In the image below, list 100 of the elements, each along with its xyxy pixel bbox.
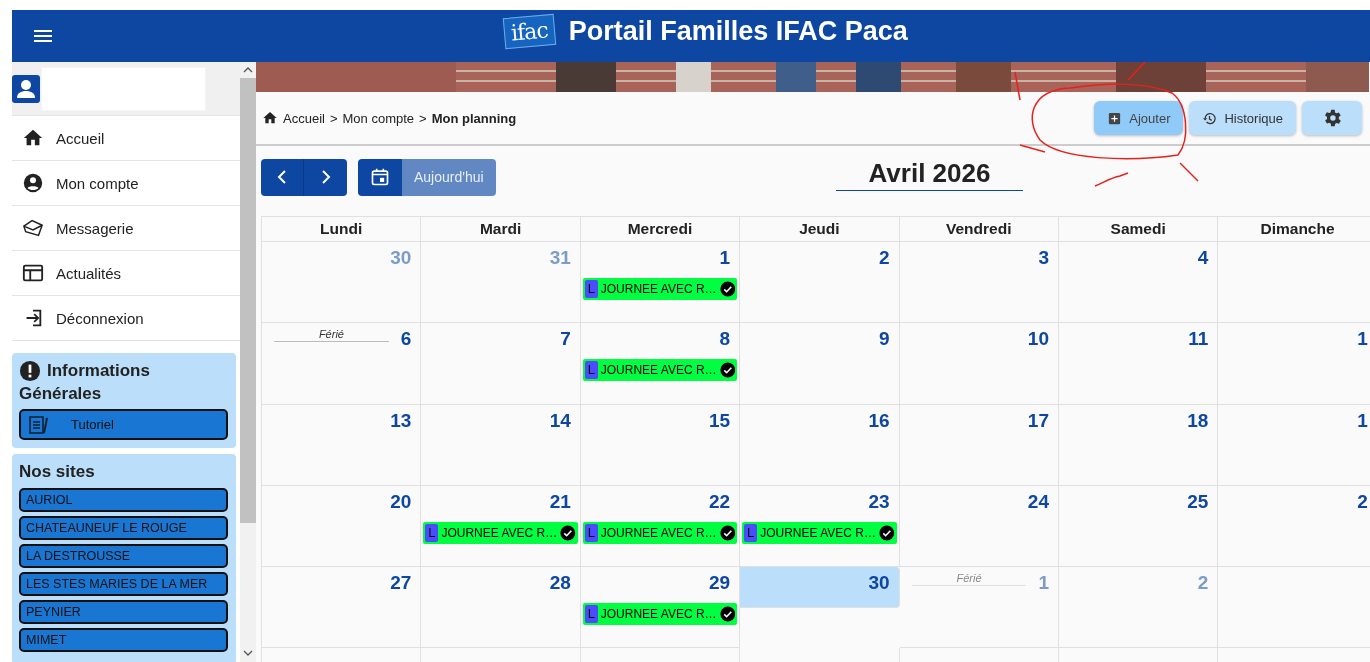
scroll-down-icon[interactable] [243, 650, 253, 656]
event-chip[interactable]: L JOURNEE AVEC R… [423, 521, 578, 544]
site-button[interactable]: MIMET [19, 628, 228, 652]
month-title: Avril 2026 [836, 158, 1023, 191]
day-number: 2 [878, 246, 891, 269]
day-number: 7 [559, 327, 572, 351]
next-button[interactable] [304, 158, 347, 196]
news-icon [22, 262, 44, 284]
nav-item[interactable]: Actualités [12, 251, 240, 296]
day-number: 1 [1037, 571, 1050, 595]
breadcrumb-link[interactable]: Accueil [283, 110, 325, 126]
site-button[interactable]: PEYNIER [19, 600, 228, 624]
day-number: 1 [1356, 408, 1369, 432]
weekday-header: Mercredi [580, 217, 741, 242]
day-cell[interactable]: 7 [421, 323, 581, 405]
day-cell[interactable]: 3 [899, 242, 1059, 324]
holiday-label: Férié [274, 328, 389, 343]
day-number: 29 [708, 571, 732, 595]
day-cell[interactable]: 16 [740, 404, 900, 486]
panel-title: Informations [47, 360, 150, 382]
day-cell[interactable]: 23 L JOURNEE AVEC R… [740, 485, 900, 568]
history-button[interactable]: Historique [1189, 101, 1296, 135]
day-cell[interactable]: Férié 1 [899, 567, 1059, 649]
day-number: 27 [389, 571, 413, 595]
day-number: 18 [1186, 408, 1210, 432]
day-number: 1 [1356, 327, 1369, 351]
account-icon [22, 172, 44, 194]
day-cell[interactable]: Férié 6 [262, 323, 422, 405]
event-title: JOURNEE AVEC R… [600, 282, 717, 296]
day-cell[interactable]: 20 [262, 485, 422, 568]
site-button[interactable]: AURIOL [19, 488, 228, 512]
previous-button[interactable] [261, 158, 304, 196]
day-cell[interactable]: 17 [899, 404, 1059, 486]
day-cell[interactable]: 25 [1058, 485, 1219, 568]
weekday-header: Jeudi [740, 217, 900, 242]
day-cell[interactable]: 29 L JOURNEE AVEC R… [580, 567, 741, 649]
day-number: 17 [1026, 408, 1050, 432]
event-chip[interactable]: L JOURNEE AVEC R… [582, 521, 738, 544]
settings-button[interactable] [1302, 101, 1362, 135]
site-button[interactable]: CHATEAUNEUF LE ROUGE [19, 516, 228, 540]
calendar-icon-tile[interactable] [358, 158, 402, 196]
day-number: 2 [1196, 571, 1210, 595]
event-badge: L [425, 523, 439, 542]
day-cell[interactable]: 13 [262, 404, 422, 486]
event-chip[interactable]: L JOURNEE AVEC R… [742, 521, 897, 544]
day-cell[interactable]: 15 [580, 404, 741, 486]
day-number: 3 [1037, 246, 1050, 269]
breadcrumb-current: Mon planning [431, 110, 517, 126]
event-badge: L [584, 361, 598, 380]
day-cell[interactable]: 8 L JOURNEE AVEC R… [580, 323, 741, 405]
tutorial-button[interactable]: Tutoriel [19, 409, 228, 440]
panel-title: Générales [19, 383, 102, 405]
day-number: 23 [867, 489, 891, 513]
user-icon [12, 74, 40, 103]
day-cell[interactable]: 14 [421, 404, 581, 486]
day-number: 21 [548, 489, 572, 513]
event-badge: L [584, 523, 598, 542]
site-button[interactable]: LES STES MARIES DE LA MER [19, 572, 228, 596]
plus-icon [1107, 110, 1123, 126]
exclamation-icon [19, 359, 41, 382]
day-cell[interactable]: 24 [899, 485, 1059, 568]
site-button[interactable]: LA DESTROUSSE [19, 544, 228, 568]
event-chip[interactable]: L JOURNEE AVEC R… [582, 359, 738, 382]
day-cell[interactable]: 10 [899, 323, 1059, 405]
day-number: 25 [1186, 489, 1210, 513]
event-chip[interactable]: L JOURNEE AVEC R… [582, 603, 738, 626]
add-button[interactable]: Ajouter [1094, 101, 1184, 135]
day-cell[interactable]: 2 [740, 242, 900, 324]
day-cell[interactable]: 27 [262, 567, 422, 649]
event-badge: L [584, 605, 598, 624]
day-number: 20 [389, 489, 413, 513]
logo: ifac [502, 13, 556, 50]
breadcrumb-link[interactable]: Mon compte [342, 110, 415, 126]
day-cell[interactable]: 22 L JOURNEE AVEC R… [580, 485, 741, 568]
weekday-header: Mardi [421, 217, 581, 242]
document-icon [29, 415, 49, 434]
day-cell[interactable]: 1 [1218, 323, 1370, 405]
envelope-icon [22, 217, 44, 239]
history-icon [1202, 110, 1218, 126]
scrollbar[interactable] [240, 62, 256, 662]
day-number: 1 [718, 246, 732, 269]
home-icon [262, 110, 278, 126]
nav-item[interactable]: Mon compte [12, 161, 240, 206]
weekday-header: Dimanche [1218, 217, 1370, 242]
day-cell[interactable]: 18 [1058, 404, 1219, 486]
day-cell[interactable]: 4 [1058, 242, 1219, 324]
day-cell[interactable]: 28 [421, 567, 581, 649]
day-cell[interactable]: 30 [740, 567, 900, 609]
day-cell[interactable]: 1 L JOURNEE AVEC R… [580, 242, 741, 324]
day-number: 10 [1026, 327, 1050, 351]
day-number: 16 [867, 408, 891, 432]
day-number: 8 [718, 327, 732, 351]
day-cell[interactable]: 2 [1218, 485, 1370, 568]
day-cell[interactable]: 11 [1058, 323, 1219, 405]
day-cell[interactable]: 9 [740, 323, 900, 405]
day-cell[interactable]: 21 L JOURNEE AVEC R… [421, 485, 581, 568]
scroll-up-icon[interactable] [243, 67, 253, 73]
event-chip[interactable]: L JOURNEE AVEC R… [582, 278, 738, 300]
day-cell[interactable]: 1 [1218, 404, 1370, 486]
day-number: 24 [1026, 489, 1050, 513]
